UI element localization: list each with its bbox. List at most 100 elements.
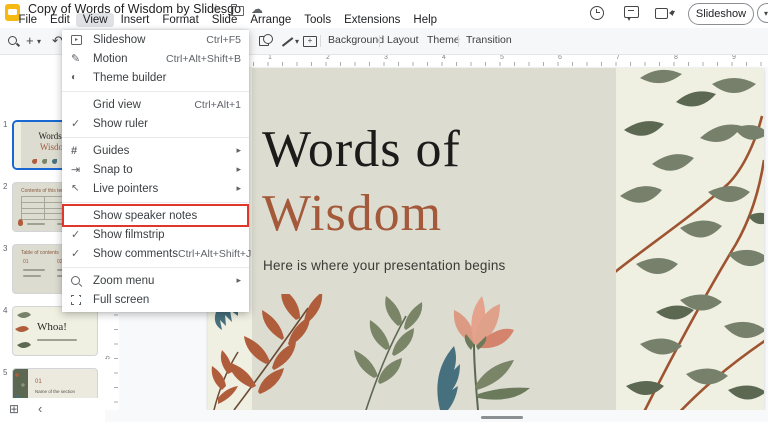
- menubar-item-edit[interactable]: Edit: [44, 13, 77, 27]
- menu-icon-gutter: [71, 276, 93, 285]
- toolbar-divider: [320, 35, 321, 47]
- menu-item-label: Snap to: [93, 163, 133, 176]
- menu-item-snap-to[interactable]: ⇥ Snap to ▸: [62, 160, 249, 179]
- ruler-number: 6: [558, 54, 562, 61]
- bottom-strip: [105, 410, 768, 422]
- ruler-number: 9: [732, 54, 736, 61]
- menu-item-label: Show comments: [93, 247, 179, 260]
- menu-item-show-ruler[interactable]: ✓ Show ruler: [62, 114, 249, 133]
- slide-editor[interactable]: Words of Wisdom Here is where your prese…: [208, 68, 764, 410]
- meet-camera-icon[interactable]: [655, 8, 673, 19]
- meet-caret-icon[interactable]: ▾: [671, 8, 675, 17]
- menu-icon-gutter: ◐: [71, 72, 93, 83]
- horizontal-scrollbar-thumb[interactable]: [481, 416, 523, 419]
- thumb-section-number: 01: [35, 379, 42, 385]
- ruler-number: 2: [326, 54, 330, 61]
- menubar-item-arrange[interactable]: Arrange: [244, 13, 298, 27]
- menu-separator: [62, 201, 249, 203]
- menu-bar: File Edit View Insert Format Slide Arrange Tool…: [12, 13, 444, 27]
- menu-item-slideshow[interactable]: ▸ Slideshow Ctrl+F5: [62, 30, 249, 49]
- snap-icon: ⇥: [71, 164, 81, 176]
- guides-icon: #: [71, 144, 78, 157]
- menubar-item-file[interactable]: File: [12, 13, 44, 27]
- fullscreen-icon: [70, 293, 82, 306]
- menu-shortcut: Ctrl+Alt+Shift+J: [178, 247, 252, 260]
- ruler-number: 3: [384, 54, 388, 61]
- zoom-icon: [71, 276, 80, 285]
- grid-view-icon[interactable]: ⊞: [9, 403, 19, 415]
- menu-item-label: Live pointers: [93, 182, 159, 195]
- slideshow-icon: ▸: [71, 34, 82, 45]
- text-box-icon[interactable]: +: [303, 36, 317, 47]
- submenu-arrow-icon: ▸: [236, 275, 241, 285]
- ruler-number: 1: [268, 54, 272, 61]
- theme-button[interactable]: Theme: [427, 34, 460, 46]
- line-icon[interactable]: [281, 37, 294, 47]
- menu-icon-gutter: ✎: [71, 52, 93, 65]
- ruler-number: 4: [442, 54, 446, 61]
- slide-number: 5: [3, 368, 8, 377]
- menu-separator: [62, 136, 249, 138]
- slide-thumbnail-4[interactable]: Whoa!: [12, 306, 98, 356]
- line-caret-icon[interactable]: ▾: [295, 37, 299, 46]
- menu-item-live-pointers[interactable]: ↖ Live pointers ▸: [62, 179, 249, 198]
- search-menus-icon[interactable]: [8, 36, 17, 45]
- thumb-title: Whoa!: [37, 321, 67, 333]
- menubar-item-view[interactable]: View: [76, 13, 115, 27]
- menu-item-label: Guides: [93, 144, 130, 157]
- menu-item-theme-builder[interactable]: ◐ Theme builder: [62, 68, 249, 87]
- view-menu-dropdown: ▸ Slideshow Ctrl+F5 ✎ Motion Ctrl+Alt+Shift+B…: [62, 30, 252, 312]
- menu-item-label: Full screen: [93, 293, 150, 306]
- new-slide-caret-icon[interactable]: ▾: [37, 37, 41, 46]
- collapse-filmstrip-icon[interactable]: ‹: [38, 401, 42, 416]
- menubar-item-tools[interactable]: Tools: [298, 13, 338, 27]
- motion-icon: ✎: [71, 53, 81, 65]
- submenu-arrow-icon: ▸: [236, 164, 241, 174]
- toolbar-divider: [458, 35, 459, 47]
- menu-item-label: Show filmstrip: [93, 228, 165, 241]
- header: Copy of Words of Wisdom by Slidesgo ☆ ☁ …: [0, 0, 768, 28]
- menu-item-show-speaker-notes[interactable]: Show speaker notes: [62, 206, 249, 225]
- menu-icon-gutter: #: [71, 145, 93, 157]
- menu-item-full-screen[interactable]: Full screen: [62, 290, 249, 309]
- slide-title-line1[interactable]: Words of: [262, 122, 461, 178]
- menubar-item-help[interactable]: Help: [407, 13, 444, 27]
- comments-icon[interactable]: [624, 6, 639, 21]
- menu-item-guides[interactable]: # Guides ▸: [62, 141, 249, 160]
- background-button[interactable]: Background: [328, 34, 384, 46]
- layout-button[interactable]: Layout: [387, 34, 419, 46]
- thumb-leaves: [15, 312, 31, 348]
- thumb-text-bar: [27, 223, 45, 225]
- slideshow-button[interactable]: Slideshow: [688, 3, 754, 25]
- ruler-number: 5: [500, 54, 504, 61]
- ruler-number: 5: [104, 355, 112, 360]
- menu-shortcut: Ctrl+Alt+1: [194, 98, 241, 111]
- menu-item-label: Motion: [93, 52, 128, 65]
- thumb-text-bar: [23, 275, 41, 277]
- version-history-icon[interactable]: [590, 6, 604, 20]
- botanical-bottom-decoration: [228, 294, 530, 410]
- menubar-item-insert[interactable]: Insert: [114, 13, 156, 27]
- menu-icon-gutter: ▸: [71, 34, 93, 45]
- menu-separator: [62, 266, 249, 268]
- menu-item-grid-view[interactable]: Grid view Ctrl+Alt+1: [62, 95, 249, 114]
- slide-title-line2[interactable]: Wisdom: [262, 186, 442, 242]
- menu-item-show-comments[interactable]: ✓ Show comments Ctrl+Alt+Shift+J: [62, 244, 252, 263]
- slide-number: 3: [3, 244, 8, 253]
- menubar-item-slide[interactable]: Slide: [205, 13, 244, 27]
- menubar-item-format[interactable]: Format: [156, 13, 205, 27]
- transition-button[interactable]: Transition: [466, 34, 512, 46]
- menubar-item-extensions[interactable]: Extensions: [338, 13, 407, 27]
- checkmark-icon: ✓: [71, 229, 81, 241]
- menu-item-zoom-menu[interactable]: Zoom menu ▸: [62, 271, 249, 290]
- thumb-title: Name of the section: [35, 389, 76, 394]
- menu-icon-gutter: ⇥: [71, 163, 93, 176]
- slide-subtitle[interactable]: Here is where your presentation begins: [263, 258, 505, 273]
- menu-item-show-filmstrip[interactable]: ✓ Show filmstrip: [62, 225, 249, 244]
- pointer-icon: ↖: [71, 183, 80, 194]
- menu-icon-gutter: [70, 293, 93, 306]
- slideshow-dropdown-button[interactable]: ▾: [757, 3, 768, 23]
- shape-icon[interactable]: [259, 34, 273, 46]
- menu-item-motion[interactable]: ✎ Motion Ctrl+Alt+Shift+B: [62, 49, 249, 68]
- new-slide-button[interactable]: +: [26, 33, 34, 48]
